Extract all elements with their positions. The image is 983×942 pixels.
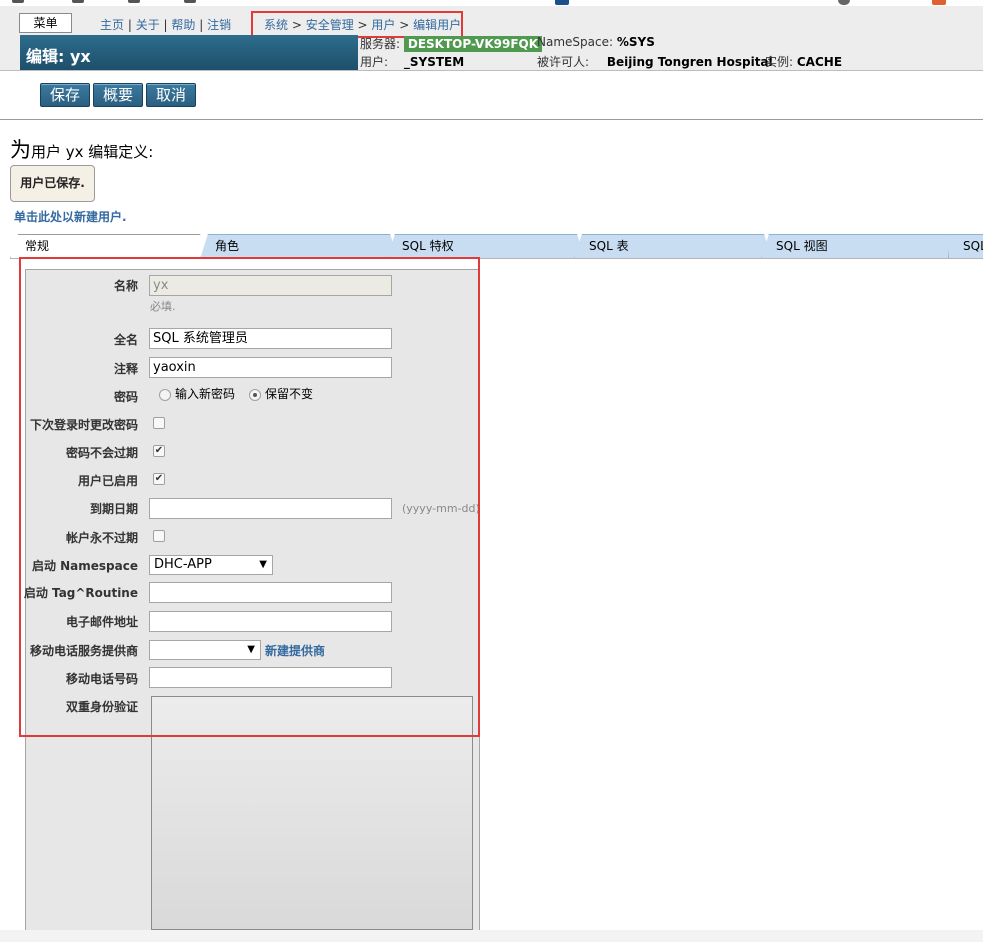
divider [0,119,983,120]
tab-sql-privileges[interactable]: SQL 特权 [387,234,585,259]
password-keep-radio[interactable] [249,389,261,401]
breadcrumb-system[interactable]: 系统 [264,18,288,32]
change-password-checkbox[interactable] [153,417,165,429]
breadcrumb-separator: > [395,18,414,32]
nav-logout-link[interactable]: 注销 [207,18,231,32]
bookmark-icon[interactable] [12,0,24,3]
new-provider-link[interactable]: 新建提供商 [265,642,325,659]
password-never-expires-checkbox[interactable]: ✔ [153,445,165,457]
server-info: 服务器: DESKTOP-VK99FQK [360,35,543,52]
breadcrumb-separator: > [288,18,306,32]
fullname-label: 全名 [113,333,138,347]
bookmark-icon[interactable] [128,0,140,3]
instance-info: 实例: CACHE [765,53,842,70]
nav-separator: | [124,18,136,32]
tab-underline [10,258,983,259]
page-title: 编辑: yx [20,35,358,70]
user-enabled-label: 用户已启用 [77,474,138,488]
expiration-date-label: 到期日期 [89,502,138,516]
mobile-provider-select[interactable]: ▼ [149,640,261,660]
namespace-info: NameSpace: %SYS [537,35,655,49]
bookmark-icon[interactable] [184,0,196,3]
bookmark-icon[interactable] [838,0,850,5]
account-never-expires-checkbox[interactable] [153,530,165,542]
startup-routine-field[interactable] [149,582,392,603]
two-factor-options-box [151,696,473,930]
server-label: 服务器: [360,37,401,51]
tab-bar: 常规 角色 SQL 特权 SQL 表 SQL 视图 SQL [10,234,983,259]
tab-general[interactable]: 常规 [10,234,208,259]
password-new-radio[interactable] [159,389,171,401]
chevron-down-icon: ▼ [247,644,255,655]
tab-sql-more[interactable]: SQL [948,234,983,259]
top-nav: 主页 | 关于 | 帮助 | 注销 [100,16,231,33]
password-keep-label: 保留不变 [265,387,314,401]
nav-help-link[interactable]: 帮助 [171,18,195,32]
bookmark-icon[interactable] [555,0,569,5]
user-info: 用户: _SYSTEM [360,53,464,70]
startup-namespace-label: 启动 Namespace [31,559,138,573]
new-user-link[interactable]: 单击此处以新建用户. [14,208,127,225]
change-password-label: 下次登录时更改密码 [29,418,138,432]
save-button[interactable]: 保存 [40,83,91,107]
nav-about-link[interactable]: 关于 [136,18,160,32]
licensee-value: Beijing Tongren Hospital [606,55,773,69]
header: 菜单 主页 | 关于 | 帮助 | 注销 系统 > 安全管理 > 用户 > 编辑… [0,6,983,71]
startup-namespace-select[interactable]: DHC-APP ▼ [149,555,273,575]
tab-sql-tables[interactable]: SQL 表 [574,234,772,259]
comment-label: 注释 [113,362,138,376]
menu-button[interactable]: 菜单 [19,13,72,33]
mobile-phone-label: 移动电话号码 [65,672,138,686]
password-label: 密码 [113,390,138,404]
chevron-down-icon: ▼ [259,559,267,570]
user-label: 用户: [360,55,389,69]
summary-button[interactable]: 概要 [93,83,144,107]
nav-home-link[interactable]: 主页 [100,18,124,32]
startup-namespace-value: DHC-APP [154,557,212,572]
namespace-value: %SYS [616,35,655,49]
comment-field[interactable]: yaoxin [149,357,392,378]
user-enabled-checkbox[interactable]: ✔ [153,473,165,485]
bottom-bar [0,930,983,942]
expiration-date-field[interactable] [149,498,392,519]
email-label: 电子邮件地址 [65,615,138,629]
name-field: yx [149,275,392,296]
licensee-label: 被许可人: [537,55,590,69]
user-value: _SYSTEM [403,55,465,69]
account-never-expires-label: 帐户永不过期 [65,531,138,545]
page-heading: 为用户 yx 编辑定义: [10,134,153,164]
tab-roles[interactable]: 角色 [200,234,398,259]
startup-routine-label: 启动 Tag^Routine [23,586,138,600]
saved-status-message: 用户已保存. [10,165,95,202]
bookmark-icon[interactable] [932,0,946,5]
password-new-label: 输入新密码 [175,387,236,401]
breadcrumb-separator: > [353,18,372,32]
name-required-hint: 必填. [150,300,176,313]
name-label: 名称 [113,279,138,293]
mobile-provider-label: 移动电话服务提供商 [29,644,138,658]
email-field[interactable] [149,611,392,632]
nav-separator: | [195,18,208,32]
date-format-hint: (yyyy-mm-dd) [402,502,480,515]
bookmark-icon[interactable] [72,0,84,3]
page-heading-text: 用户 yx 编辑定义: [31,143,154,161]
tab-sql-views[interactable]: SQL 视图 [761,234,959,259]
instance-label: 实例: [765,55,794,69]
action-toolbar: 保存 概要 取消 [40,83,199,107]
server-badge: DESKTOP-VK99FQK [403,36,543,52]
fullname-field[interactable]: SQL 系统管理员 [149,328,392,349]
nav-separator: | [159,18,172,32]
mobile-phone-field[interactable] [149,667,392,688]
page-heading-prefix: 为 [10,138,31,162]
namespace-label: NameSpace: [537,35,614,49]
breadcrumb-edit-user[interactable]: 编辑用户 [413,18,461,32]
password-never-expires-label: 密码不会过期 [65,446,138,460]
breadcrumb: 系统 > 安全管理 > 用户 > 编辑用户 [251,11,463,38]
breadcrumb-users[interactable]: 用户 [371,18,395,32]
breadcrumb-security[interactable]: 安全管理 [306,18,354,32]
two-factor-label: 双重身份验证 [65,700,138,714]
instance-value: CACHE [796,55,843,69]
licensee-info: 被许可人: Beijing Tongren Hospital [537,53,773,70]
cancel-button[interactable]: 取消 [146,83,197,107]
